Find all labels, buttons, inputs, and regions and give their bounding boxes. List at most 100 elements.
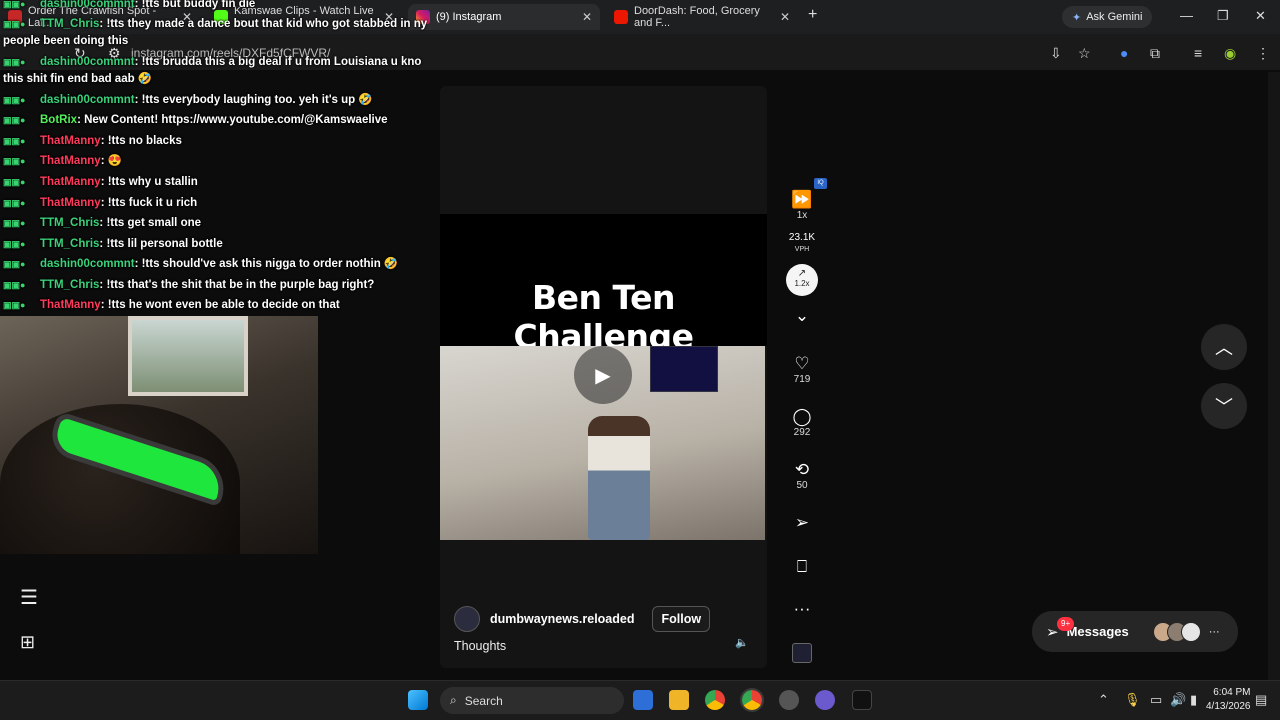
chat-badges-icon: ▣▣●	[3, 156, 26, 166]
reel-title: Ben Ten Challenge	[513, 278, 694, 356]
chat-username: ThatManny	[40, 197, 101, 209]
comment-button[interactable]: ◯ 292	[780, 407, 824, 438]
reel-author-row: dumbwaynews.reloaded Follow	[454, 606, 711, 632]
new-tab-button[interactable]: +	[808, 6, 817, 24]
author-name[interactable]: dumbwaynews.reloaded	[490, 612, 634, 626]
close-icon[interactable]: ✕	[780, 10, 790, 24]
chat-username: ThatManny	[40, 135, 101, 147]
chat-badges-icon: ▣▣●	[3, 259, 26, 269]
chat-username: TTM_Chris	[40, 18, 100, 30]
like-count: 719	[793, 374, 811, 385]
close-icon[interactable]: ✕	[582, 10, 592, 24]
chat-message: people been doing this	[3, 35, 129, 47]
taskbar-clock[interactable]: 6:04 PM 4/13/2026	[1206, 686, 1251, 714]
chat-username: dashin00commnt	[40, 94, 135, 106]
chat-badges-icon: ▣▣●	[3, 280, 26, 290]
windows-start-icon[interactable]	[408, 690, 428, 710]
app-icon[interactable]	[779, 690, 799, 710]
chat-line: ▣▣● dashin00commnt: !tts everybody laughi…	[3, 90, 373, 111]
vph-label: VPH	[794, 246, 810, 253]
vph-value: 23.1K	[788, 232, 816, 243]
comment-icon: ◯	[792, 407, 812, 426]
store-icon[interactable]	[633, 690, 653, 710]
chrome-active-icon[interactable]	[740, 688, 764, 712]
chat-line: ▣▣● ThatManny: 😍	[3, 151, 122, 172]
chat-line: ▣▣● ThatManny: !tts no blacks	[3, 131, 182, 152]
microphone-icon[interactable]: 🎙	[1124, 692, 1141, 708]
chat-username: TTM_Chris	[40, 279, 100, 291]
chat-message: this shit fin end bad aab 🤣	[3, 73, 153, 85]
search-label: Search	[464, 693, 503, 708]
save-button[interactable]: ⎕	[780, 557, 824, 577]
close-window-icon[interactable]: ✕	[1255, 8, 1266, 24]
volume-icon[interactable]: 🔈	[735, 636, 749, 649]
chat-username: TTM_Chris	[40, 238, 100, 250]
bookmark-star-icon[interactable]: ☆	[1078, 45, 1091, 62]
media-control-icon[interactable]: ≡	[1194, 45, 1202, 61]
repost-icon: ⟲	[794, 460, 810, 479]
extension-icon[interactable]: ●	[1120, 45, 1128, 61]
restore-icon[interactable]: ❐	[1217, 8, 1229, 24]
chevron-down-icon: ﹀	[1215, 397, 1233, 417]
more-icon: ···	[1208, 625, 1220, 638]
play-icon[interactable]: ▶	[574, 346, 632, 404]
speed-boost-button[interactable]: ↗ 1.2x	[786, 264, 818, 296]
network-icon[interactable]: ▭	[1150, 692, 1162, 708]
more-options-button[interactable]: ···	[780, 599, 824, 619]
chat-badges-icon: ▣▣●	[3, 177, 26, 187]
minimize-icon[interactable]: —	[1180, 8, 1193, 23]
trend-icon: ↗	[797, 268, 807, 279]
share-button[interactable]: ➢	[780, 513, 824, 533]
author-avatar[interactable]	[454, 606, 480, 632]
repost-button[interactable]: ⟲ 50	[780, 460, 824, 491]
previous-reel-button[interactable]: ︿	[1201, 324, 1247, 370]
chat-message: : !tts brudda this a big deal if u from …	[134, 56, 422, 68]
chevron-up-icon: ︿	[1215, 338, 1233, 358]
profile-avatar[interactable]: ◉	[1224, 45, 1236, 62]
ask-gemini-button[interactable]: ✦ Ask Gemini	[1062, 6, 1153, 28]
browser-menu-icon[interactable]: ⋮	[1256, 45, 1270, 62]
menu-icon[interactable]: ☰	[20, 585, 38, 610]
webcam-window-image	[128, 316, 248, 396]
next-reel-button[interactable]: ﹀	[1201, 383, 1247, 429]
screen: Order The Crawfish Spot - Laf... ✕ Kamsw…	[0, 0, 1280, 720]
reel-player[interactable]: Ben Ten Challenge ▶ dumbwaynews.reloaded…	[440, 86, 767, 668]
repost-count: 50	[796, 480, 808, 491]
tab-doordash[interactable]: DoorDash: Food, Grocery and F... ✕	[606, 4, 798, 30]
avatar	[1180, 621, 1201, 642]
tiktok-icon[interactable]	[852, 690, 872, 710]
extensions-puzzle-icon[interactable]: ⧉	[1150, 45, 1160, 62]
chat-message: : !tts fuck it u rich	[100, 197, 198, 209]
page-scrollbar[interactable]	[1268, 72, 1280, 680]
reel-caption: Thoughts	[454, 639, 507, 653]
chat-badges-icon: ▣▣●	[3, 136, 26, 146]
follow-button[interactable]: Follow	[652, 606, 711, 632]
battery-icon[interactable]: ▮	[1190, 692, 1197, 708]
webcam-feed	[0, 316, 318, 554]
chrome-icon[interactable]	[705, 690, 725, 710]
tray-overflow-icon[interactable]: ⌃	[1098, 692, 1109, 708]
reel-video[interactable]: ▶	[440, 346, 765, 540]
chat-line: ▣▣● ThatManny: !tts fuck it u rich	[3, 193, 197, 214]
chat-badges-icon: ▣▣●	[3, 300, 26, 310]
comment-count: 292	[793, 427, 811, 438]
notifications-icon[interactable]: ▤	[1255, 692, 1267, 708]
file-explorer-icon[interactable]	[669, 690, 689, 710]
collapse-button[interactable]: ⌄	[780, 306, 824, 326]
audio-thumbnail[interactable]	[792, 643, 812, 663]
speed-multiplier: 1.2x	[794, 279, 810, 288]
install-icon[interactable]: ⇩	[1050, 45, 1062, 62]
taskbar-search[interactable]: ⌕ Search	[440, 687, 624, 714]
chat-badges-icon: ▣▣●	[3, 0, 26, 9]
chat-line: people been doing this	[3, 31, 128, 52]
volume-tray-icon[interactable]: 🔊	[1170, 692, 1186, 708]
playback-speed-button[interactable]: ⏩ 1x	[780, 190, 824, 221]
chat-username: dashin00commnt	[40, 258, 135, 270]
grid-icon[interactable]: ⊞	[20, 632, 35, 653]
like-button[interactable]: ♡ 719	[780, 354, 824, 385]
chat-username: ThatManny	[40, 299, 101, 311]
bookmark-icon: ⎕	[796, 557, 808, 576]
tab-instagram[interactable]: (9) Instagram ✕	[408, 4, 600, 30]
media-player-icon[interactable]	[815, 690, 835, 710]
doordash-icon	[614, 10, 628, 24]
